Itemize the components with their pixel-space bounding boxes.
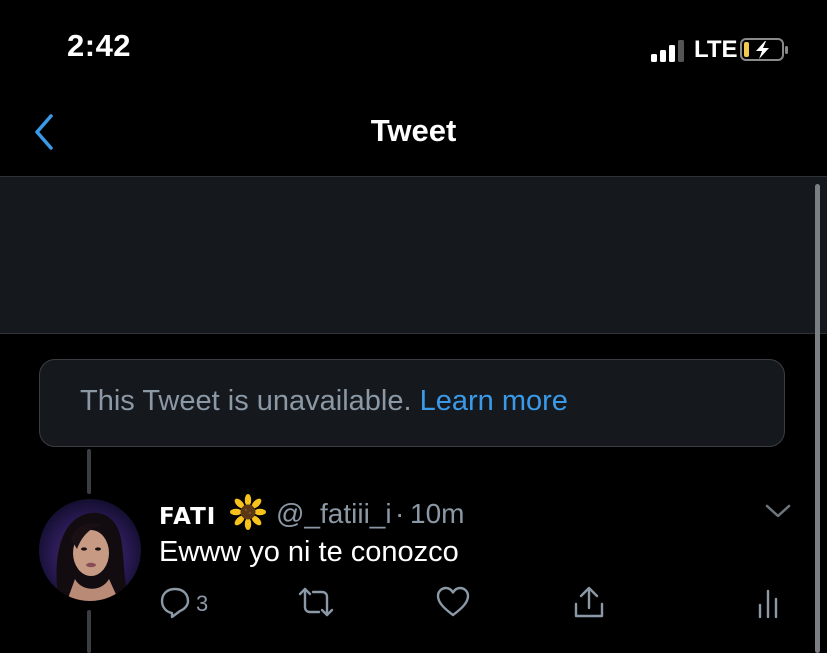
thread-line-top	[87, 449, 91, 494]
battery-charging-icon	[740, 37, 788, 61]
sunflower-icon	[230, 494, 266, 530]
reply-count: 3	[196, 591, 209, 616]
network-type: LTE	[694, 36, 738, 63]
reply-button[interactable]: 3	[158, 585, 228, 621]
tweet-handle[interactable]: @_fatiii_i	[276, 498, 392, 530]
tweet-meta-separator: ·	[395, 498, 405, 529]
tweet-timestamp: 10m	[410, 498, 465, 529]
tweet-menu-button[interactable]	[764, 499, 792, 523]
tweet-text: Ewww yo ni te conozco	[159, 536, 459, 568]
reply-icon	[160, 587, 190, 619]
conversation-banner	[0, 176, 827, 334]
page-title: Tweet	[370, 113, 457, 148]
retweet-icon	[298, 587, 334, 617]
like-button[interactable]	[435, 585, 471, 621]
tweet-actions: 3	[0, 585, 827, 625]
scrollbar[interactable]	[815, 184, 820, 653]
unavailable-message: This Tweet is unavailable. Learn more	[80, 385, 568, 418]
status-time: 2:42	[67, 28, 132, 63]
analytics-icon	[758, 589, 778, 619]
analytics-button[interactable]	[754, 585, 784, 621]
learn-more-link[interactable]: Learn more	[420, 385, 568, 417]
status-bar: 2:42 LTE	[0, 0, 827, 100]
unavailable-text: This Tweet is unavailable.	[80, 385, 412, 417]
unavailable-tweet-notice: This Tweet is unavailable. Learn more	[39, 359, 785, 447]
cellular-signal-icon	[651, 38, 689, 62]
heart-icon	[436, 586, 470, 617]
retweet-button[interactable]	[297, 585, 337, 621]
chevron-down-icon	[765, 504, 791, 518]
tweet-display-name[interactable]: FATI	[159, 504, 216, 530]
share-button[interactable]	[571, 585, 607, 621]
share-icon	[574, 586, 604, 618]
navigation-bar: Tweet	[0, 100, 827, 176]
